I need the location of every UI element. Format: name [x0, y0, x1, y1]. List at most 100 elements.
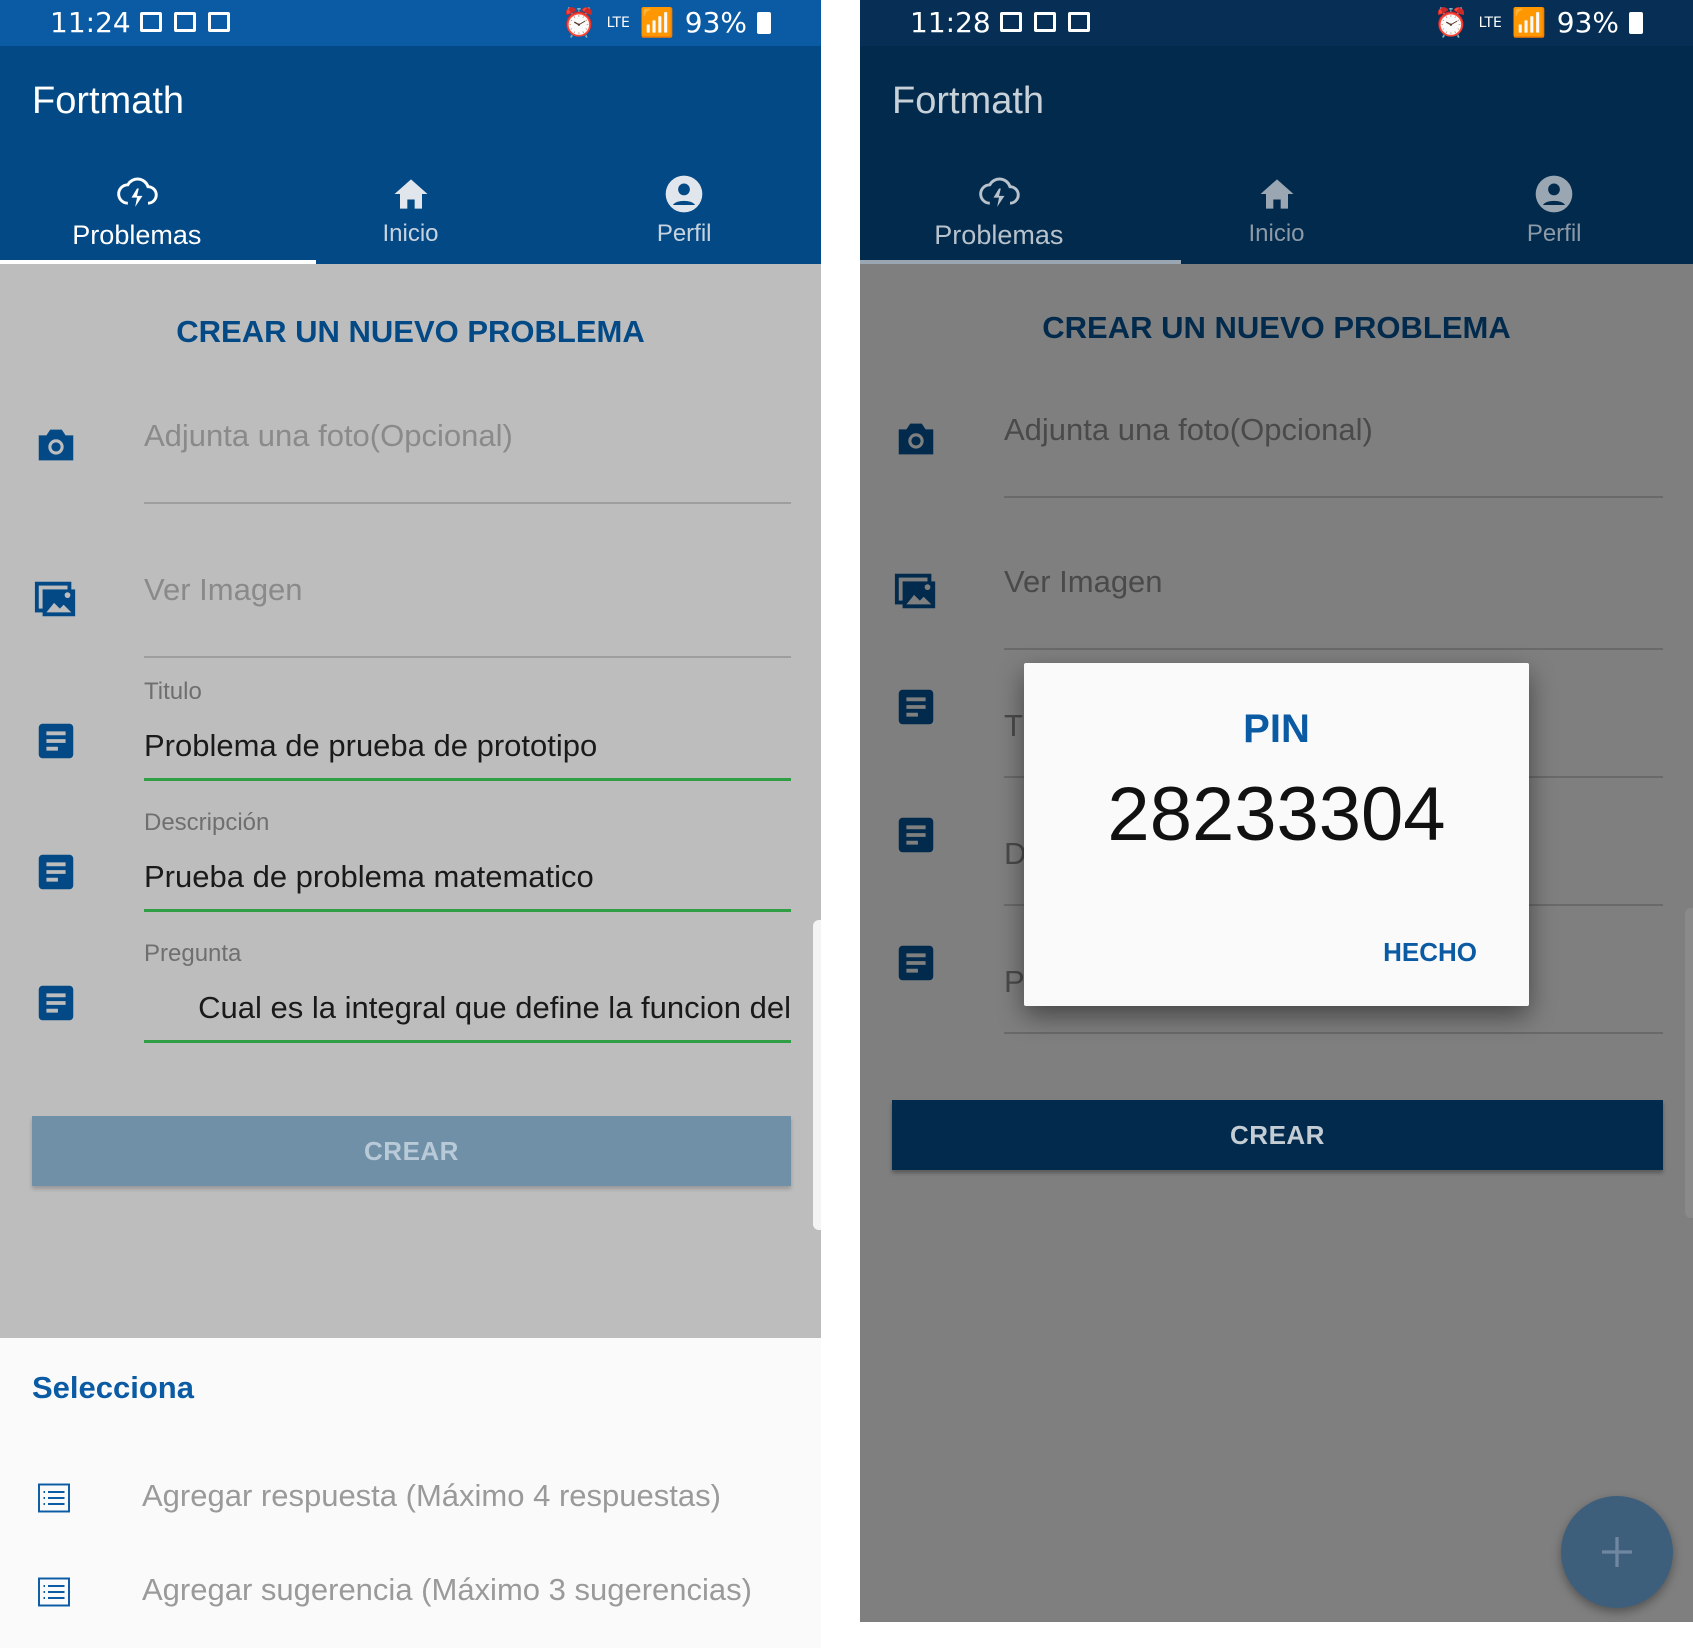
document-icon [38, 854, 74, 890]
battery-percent: 93% [1556, 6, 1619, 39]
tab-perfil[interactable]: Perfil [1415, 154, 1693, 264]
cloud-lightning-icon [117, 177, 158, 207]
crear-button[interactable]: CREAR [32, 1116, 791, 1186]
status-time: 11:24 [50, 6, 131, 39]
photo-field[interactable]: Adjunta una foto(Opcional) [144, 414, 791, 504]
pregunta-field[interactable]: Pregunta Cual es la integral que define … [144, 940, 791, 1060]
status-right: ⏰ LTE 📶 93% [562, 6, 771, 39]
battery-icon [1629, 11, 1643, 34]
gallery-icon [174, 12, 196, 32]
field-value[interactable]: Problema de prueba de prototipo [144, 728, 597, 764]
home-icon [1260, 179, 1293, 209]
add-fab-button[interactable] [1561, 1496, 1673, 1608]
camera-icon[interactable] [32, 422, 80, 468]
document-icon [898, 689, 934, 725]
camera-icon[interactable] [892, 416, 940, 462]
battery-percent: 93% [684, 6, 747, 39]
app-bar: Fortmath Problemas Inicio Perfil [860, 46, 1693, 264]
dialog-title: PIN [1243, 707, 1310, 751]
document-icon [38, 723, 74, 759]
status-right: ⏰ LTE 📶 93% [1434, 6, 1643, 39]
pin-value: 28233304 [1107, 772, 1446, 857]
lte-indicator: LTE [1478, 14, 1502, 31]
field-underline [1004, 648, 1663, 650]
tab-label: Inicio [1248, 220, 1305, 247]
gmail-icon [1000, 12, 1022, 32]
account-circle-icon [1535, 175, 1573, 213]
image-gallery-icon[interactable] [892, 568, 940, 614]
form-content: CREAR UN NUEVO PROBLEMA Adjunta una foto… [0, 264, 821, 1338]
gmail-icon [140, 12, 162, 32]
notes-icon [1068, 12, 1090, 32]
tab-problemas[interactable]: Problemas [860, 154, 1138, 264]
pin-dialog: PIN 28233304 HECHO [1024, 663, 1529, 1006]
account-circle-icon [665, 175, 703, 213]
field-label: Descripción [144, 809, 270, 836]
tab-label: Problemas [72, 220, 202, 250]
field-label: Pregunta [144, 940, 242, 967]
app-title: Fortmath [892, 80, 1045, 122]
view-image-field[interactable]: Ver Imagen [1004, 560, 1663, 650]
alarm-icon: ⏰ [1433, 6, 1469, 39]
tab-label: Perfil [656, 220, 712, 247]
wifi-icon: 📶 [639, 6, 675, 39]
sheet-item-label: Agregar respuesta (Máximo 4 respuestas) [142, 1478, 721, 1513]
photo-placeholder: Adjunta una foto(Opcional) [144, 418, 513, 453]
field-underline [144, 656, 791, 658]
status-bar: 11:24 ⏰ LTE 📶 93% [0, 0, 821, 46]
document-icon [898, 945, 934, 981]
tab-label: Inicio [382, 220, 439, 247]
add-answer-item[interactable]: Agregar respuesta (Máximo 4 respuestas) [0, 1470, 821, 1530]
descripcion-field[interactable]: Descripción Prueba de problema matematic… [144, 809, 791, 929]
bottom-sheet: Selecciona Agregar respuesta (Máximo 4 r… [0, 1338, 821, 1648]
notification-icons [1000, 12, 1090, 32]
tab-inicio[interactable]: Inicio [274, 154, 548, 264]
field-underline-active [144, 909, 791, 912]
left-screen: 11:24 ⏰ LTE 📶 93% Fortmath Problemas Ini… [0, 0, 821, 1648]
field-underline [144, 502, 791, 504]
photo-placeholder: Adjunta una foto(Opcional) [1004, 412, 1373, 447]
field-underline [1004, 496, 1663, 498]
image-gallery-icon[interactable] [32, 576, 80, 622]
list-icon [38, 1577, 70, 1607]
view-image-placeholder: Ver Imagen [1004, 564, 1163, 599]
tab-problemas[interactable]: Problemas [0, 154, 274, 264]
field-underline-active [144, 1040, 791, 1043]
crear-button[interactable]: CREAR [892, 1100, 1663, 1170]
view-image-placeholder: Ver Imagen [144, 572, 303, 607]
document-icon [38, 985, 74, 1021]
field-value[interactable]: Cual es la integral que define la funcio… [198, 990, 791, 1026]
page-title: CREAR UN NUEVO PROBLEMA [176, 314, 645, 349]
field-value[interactable]: Prueba de problema matematico [144, 859, 594, 895]
tab-perfil[interactable]: Perfil [547, 154, 821, 264]
document-icon [898, 817, 934, 853]
field-underline-active [144, 778, 791, 781]
page-title: CREAR UN NUEVO PROBLEMA [1042, 310, 1511, 345]
home-icon [394, 179, 427, 209]
list-icon [38, 1483, 70, 1513]
gallery-icon [1034, 12, 1056, 32]
field-underline [1004, 1032, 1663, 1034]
hecho-button[interactable]: HECHO [1383, 937, 1477, 968]
notification-icons [140, 12, 230, 32]
cloud-lightning-icon [979, 177, 1020, 207]
wifi-icon: 📶 [1511, 6, 1547, 39]
tab-bar: Problemas Inicio Perfil [0, 154, 821, 264]
add-hint-item[interactable]: Agregar sugerencia (Máximo 3 sugerencias… [0, 1564, 821, 1624]
field-label-partial: T [1004, 708, 1023, 743]
titulo-field[interactable]: Titulo Problema de prueba de prototipo [144, 678, 791, 798]
scroll-handle[interactable] [813, 920, 821, 1230]
sheet-title: Selecciona [32, 1370, 194, 1405]
tab-bar: Problemas Inicio Perfil [860, 154, 1693, 264]
photo-field[interactable]: Adjunta una foto(Opcional) [1004, 408, 1663, 498]
sheet-item-label: Agregar sugerencia (Máximo 3 sugerencias… [142, 1572, 752, 1607]
status-bar: 11:28 ⏰ LTE 📶 93% [860, 0, 1693, 46]
view-image-field[interactable]: Ver Imagen [144, 568, 791, 658]
tab-label: Perfil [1526, 220, 1582, 247]
tab-inicio[interactable]: Inicio [1138, 154, 1416, 264]
field-label: Titulo [144, 678, 202, 705]
lte-indicator: LTE [606, 14, 630, 31]
tab-label: Problemas [934, 220, 1064, 250]
scroll-handle[interactable] [1685, 908, 1693, 1218]
plus-icon [1602, 1537, 1632, 1567]
